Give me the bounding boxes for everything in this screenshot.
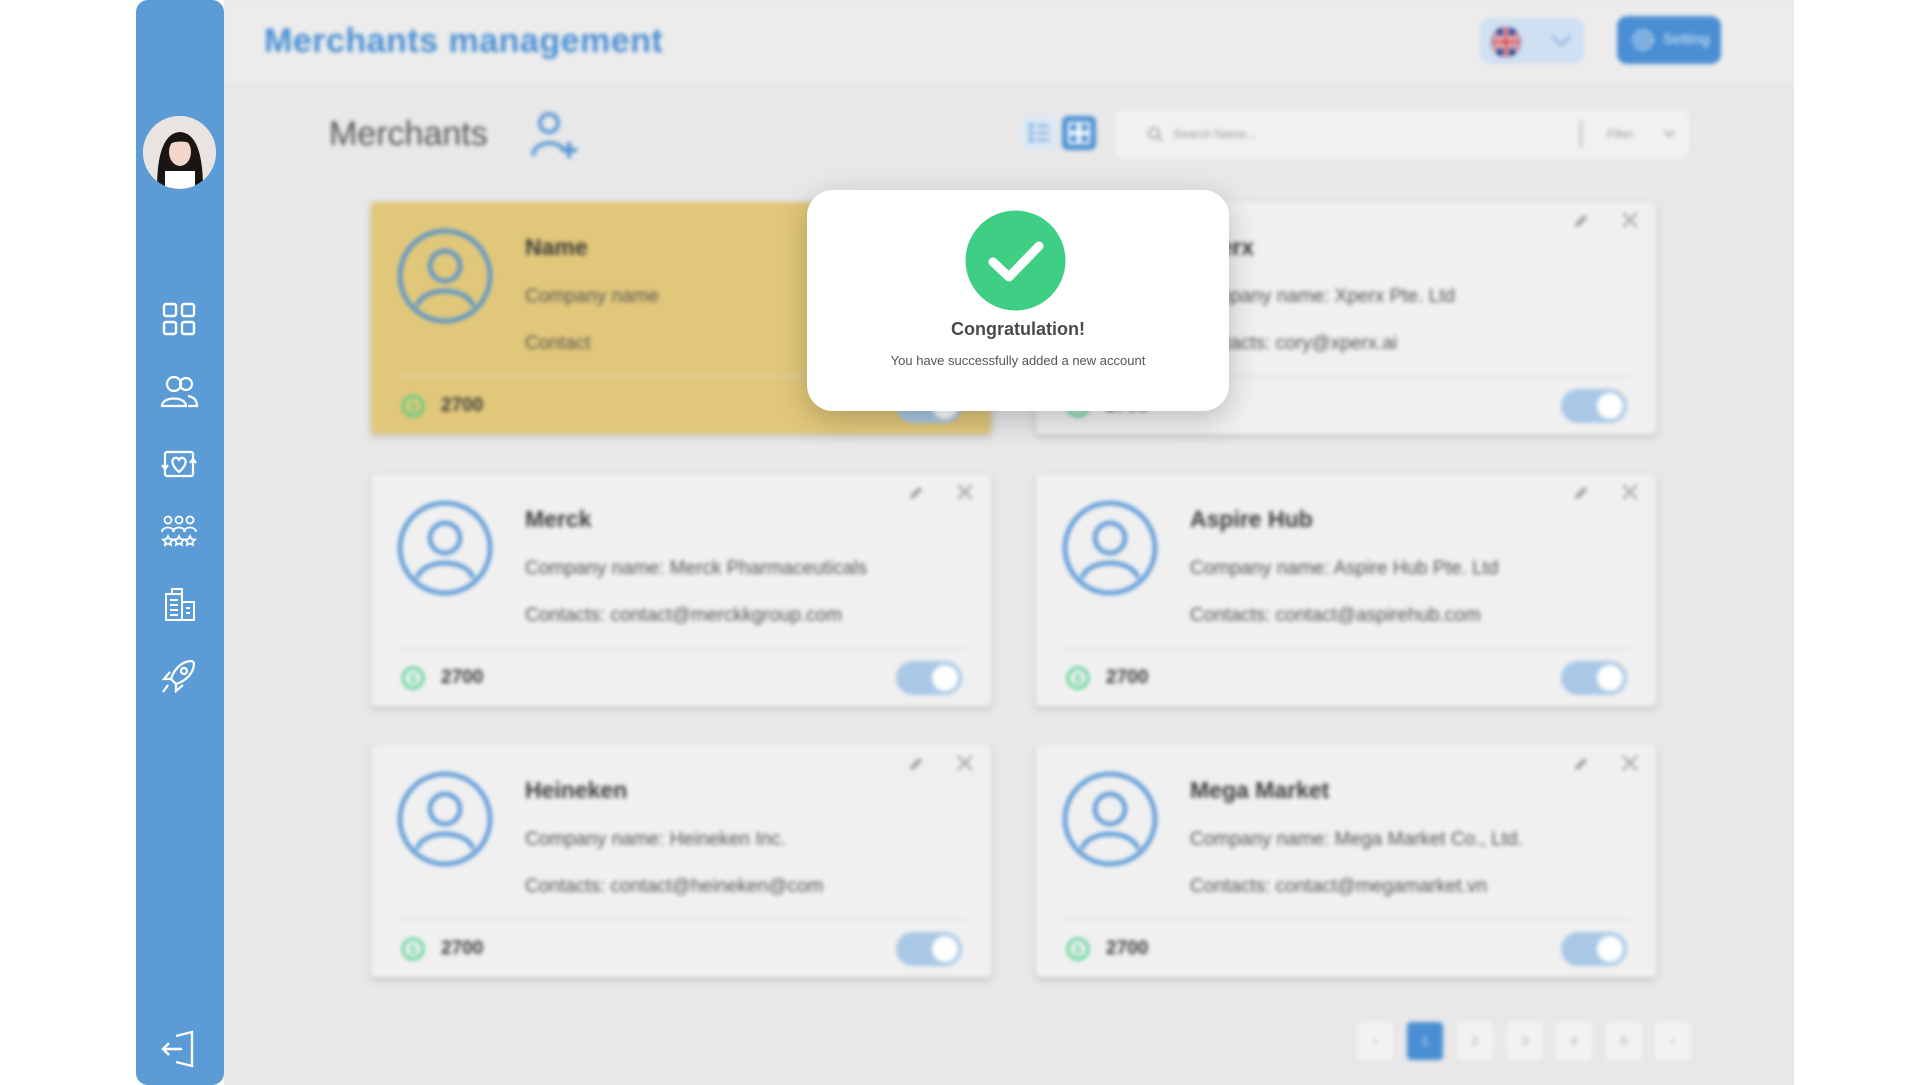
merchant-company: Company name: Heineken Inc. (525, 829, 786, 850)
svg-text:$: $ (409, 399, 417, 414)
chevron-down-icon (1550, 34, 1572, 48)
merchant-points: 2700 (1106, 667, 1149, 688)
merchant-avatar-icon (1063, 772, 1157, 866)
close-icon[interactable] (955, 753, 975, 773)
filter-select[interactable]: Filter (1607, 127, 1634, 141)
merchant-name: Aspire Hub (1190, 506, 1313, 532)
add-user-icon[interactable] (529, 110, 581, 160)
language-select[interactable] (1480, 18, 1584, 64)
next-page-button[interactable]: › (1655, 1022, 1691, 1060)
dollar-coin-icon: $ (401, 394, 425, 418)
merchant-points: 2700 (441, 938, 484, 959)
search-input[interactable]: Search Name... (1173, 127, 1553, 141)
dollar-coin-icon: $ (1066, 937, 1090, 961)
merchant-status-toggle[interactable] (896, 661, 962, 695)
card-divider (397, 919, 965, 920)
edit-icon[interactable] (1572, 484, 1590, 502)
merchant-company: Company name: Xperx Pte. Ltd (1190, 286, 1456, 307)
success-check-icon (965, 210, 1066, 311)
merchant-avatar-icon (398, 501, 492, 595)
close-icon[interactable] (955, 482, 975, 502)
merchant-name: Merck (525, 506, 592, 532)
svg-text:$: $ (409, 942, 417, 957)
merchant-company: Company name: Aspire Hub Pte. Ltd (1190, 558, 1499, 579)
svg-text:$: $ (1074, 671, 1082, 686)
svg-text:$: $ (409, 671, 417, 686)
edit-icon[interactable] (1572, 212, 1590, 230)
merchant-company: Company name: Merck Pharmaceuticals (525, 558, 868, 579)
merchant-name: Heineken (525, 777, 628, 803)
merchant-card[interactable]: Merck Company name: Merck Pharmaceuticals… (371, 474, 991, 706)
merchant-status-toggle[interactable] (1561, 661, 1627, 695)
page-button[interactable]: 3 (1507, 1022, 1543, 1060)
merchant-points: 2700 (441, 395, 484, 416)
merchant-name: Mega Market (1190, 777, 1330, 803)
page-button[interactable]: 2 (1457, 1022, 1493, 1060)
page-button[interactable]: 1 (1407, 1022, 1443, 1060)
merchant-card[interactable]: Aspire Hub Company name: Aspire Hub Pte. … (1036, 474, 1656, 706)
setting-label: Setting (1663, 31, 1710, 48)
dashboard-grid-icon[interactable] (158, 298, 200, 340)
rocket-icon[interactable] (158, 655, 200, 697)
page-header-title: Merchants management (264, 22, 664, 60)
gear-icon (1632, 29, 1654, 51)
merchant-contact: Contacts: contact@merckkgroup.com (525, 605, 843, 626)
page-button[interactable]: 4 (1556, 1022, 1592, 1060)
page-title: Merchants (329, 115, 488, 153)
merchant-status-toggle[interactable] (896, 932, 962, 966)
merchant-card[interactable]: Mega Market Company name: Mega Market Co.… (1036, 745, 1656, 977)
receipt-building-icon[interactable] (158, 584, 200, 626)
modal-title: Congratulation! (951, 319, 1085, 339)
svg-text:$: $ (1074, 942, 1082, 957)
merchant-status-toggle[interactable] (1561, 389, 1627, 423)
card-divider (1062, 919, 1630, 920)
dollar-coin-icon: $ (401, 937, 425, 961)
close-icon[interactable] (1620, 753, 1640, 773)
user-avatar[interactable] (143, 116, 216, 189)
chevron-down-icon (1663, 130, 1675, 138)
dollar-coin-icon: $ (1066, 666, 1090, 690)
merchant-points: 2700 (1106, 938, 1149, 959)
page-button[interactable]: 5 (1606, 1022, 1642, 1060)
list-view-toggle[interactable] (1022, 116, 1056, 150)
merchant-contact: Contact (525, 333, 591, 354)
merchant-card[interactable]: Heineken Company name: Heineken Inc. Conta… (371, 745, 991, 977)
users-icon[interactable] (158, 370, 200, 412)
loyalty-exchange-icon[interactable] (158, 443, 200, 485)
edit-icon[interactable] (907, 484, 925, 502)
dollar-coin-icon: $ (401, 666, 425, 690)
merchant-name: Name (525, 234, 588, 260)
merchant-avatar-icon (1063, 501, 1157, 595)
merchant-avatar-icon (398, 772, 492, 866)
groups-rating-icon[interactable] (158, 510, 200, 552)
edit-icon[interactable] (907, 755, 925, 773)
card-divider (1062, 648, 1630, 649)
merchant-contact: Contacts: contact@megamarket.vn (1190, 876, 1488, 897)
search-box: Search Name... Filter (1115, 110, 1689, 158)
logout-icon[interactable] (158, 1028, 200, 1070)
merchant-company: Company name (525, 286, 660, 307)
merchant-status-toggle[interactable] (1561, 932, 1627, 966)
app-frame: Merchants management Setting Merchants S… (224, 0, 1794, 1085)
grid-view-toggle[interactable] (1062, 116, 1096, 150)
uk-flag-icon (1491, 27, 1521, 57)
close-icon[interactable] (1620, 210, 1640, 230)
header-bar: Merchants management Setting (224, 0, 1794, 82)
modal-message: You have successfully added a new accoun… (890, 353, 1146, 368)
merchant-contact: Contacts: contact@heineken@com (525, 876, 824, 897)
search-icon (1148, 127, 1163, 142)
merchant-points: 2700 (441, 667, 484, 688)
merchant-avatar-icon (398, 229, 492, 323)
success-modal: Congratulation! You have successfully ad… (807, 190, 1229, 411)
merchant-contact: Contacts: contact@aspirehub.com (1190, 605, 1481, 626)
close-icon[interactable] (1620, 482, 1640, 502)
merchant-company: Company name: Mega Market Co., Ltd. (1190, 829, 1523, 850)
setting-button[interactable]: Setting (1617, 16, 1721, 64)
search-divider (1580, 120, 1582, 148)
prev-page-button[interactable]: ‹ (1357, 1022, 1393, 1060)
card-divider (397, 648, 965, 649)
edit-icon[interactable] (1572, 755, 1590, 773)
